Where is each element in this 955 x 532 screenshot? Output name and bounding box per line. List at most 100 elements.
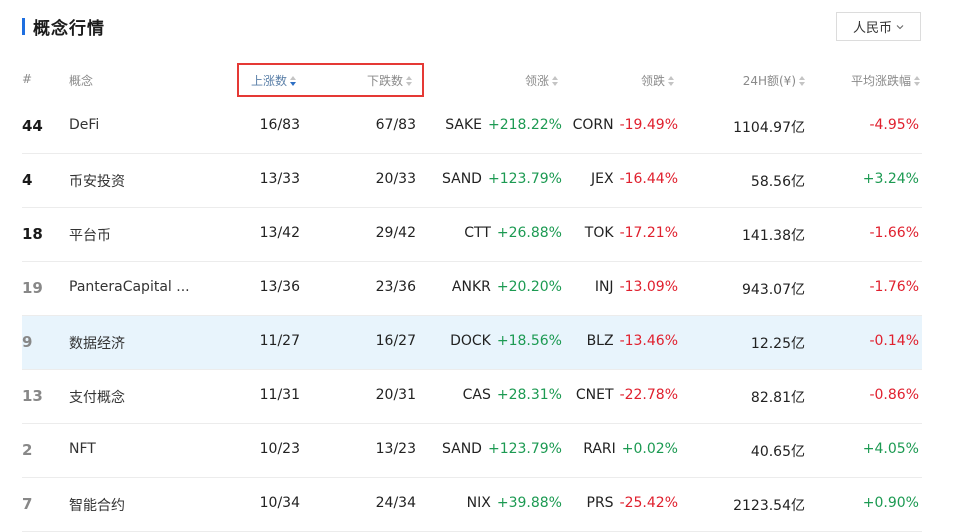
lose-percent: -19.49% <box>619 117 678 133</box>
gain-leader[interactable]: SAND +123.79% <box>442 171 562 187</box>
table-row[interactable]: 9 数据经济 11/27 16/27 DOCK +18.56% BLZ -13.46% 12.2… <box>22 316 922 370</box>
lose-leader[interactable]: CNET -22.78% <box>576 387 678 403</box>
gain-leader[interactable]: CTT +26.88% <box>464 225 562 241</box>
concept-name-link[interactable]: 平台币 <box>69 225 111 245</box>
concept-name-link[interactable]: 数据经济 <box>69 333 125 353</box>
col-up-label: 上涨数 <box>251 74 288 88</box>
gain-symbol: SAND <box>441 441 482 457</box>
row-rank: 19 <box>22 279 43 297</box>
col-gain-header[interactable]: 领涨 <box>525 72 558 89</box>
down-count: 29/42 <box>375 225 416 241</box>
table-row[interactable]: 2 NFT 10/23 13/23 SAND +123.79% RARI +0.02% 40.6… <box>22 424 922 478</box>
col-up-header[interactable]: 上涨数 <box>251 72 297 89</box>
concept-name-link[interactable]: 支付概念 <box>69 387 125 407</box>
gain-leader[interactable]: SAKE +218.22% <box>445 117 562 133</box>
gain-symbol: CTT <box>464 225 491 241</box>
volume-value: 2123.54亿 <box>733 498 805 514</box>
avg-change: -1.66% <box>869 225 919 241</box>
down-count: 67/83 <box>375 117 416 133</box>
row-rank: 9 <box>22 333 33 351</box>
down-count: 16/27 <box>375 333 416 349</box>
table-header: # 概念 上涨数 下跌数 领涨 领跌 24H额(¥) 平均涨跌幅 <box>22 60 922 100</box>
lose-symbol: CORN <box>572 117 614 133</box>
down-count: 20/33 <box>375 171 416 187</box>
lose-percent: -13.46% <box>619 333 678 349</box>
lose-leader[interactable]: PRS -25.42% <box>587 495 679 511</box>
page-title: 概念行情 <box>33 18 105 39</box>
table-row[interactable]: 4 币安投资 13/33 20/33 SAND +123.79% JEX -16.44% 58.… <box>22 154 922 208</box>
lose-leader[interactable]: TOK -17.21% <box>585 225 678 241</box>
currency-label: 人民币 <box>852 21 892 36</box>
lose-percent: -25.42% <box>619 495 678 511</box>
down-count: 23/36 <box>375 279 416 295</box>
row-rank: 13 <box>22 387 43 405</box>
up-count: 10/34 <box>259 495 300 511</box>
avg-change: -0.86% <box>869 387 919 403</box>
concept-name-link[interactable]: 币安投资 <box>69 171 125 191</box>
gain-percent: +123.79% <box>487 441 562 457</box>
avg-change: +0.90% <box>862 495 919 511</box>
lose-symbol: RARI <box>583 441 616 457</box>
lose-leader[interactable]: BLZ -13.46% <box>587 333 678 349</box>
gain-percent: +123.79% <box>487 171 562 187</box>
lose-leader[interactable]: RARI +0.02% <box>583 441 678 457</box>
row-rank: 18 <box>22 225 43 243</box>
gain-leader[interactable]: SAND +123.79% <box>442 441 562 457</box>
col-name-header: 概念 <box>69 74 94 88</box>
lose-leader[interactable]: CORN -19.49% <box>573 117 678 133</box>
row-rank: 2 <box>22 441 33 459</box>
col-avg-label: 平均涨跌幅 <box>850 74 911 88</box>
avg-change: +3.24% <box>862 171 919 187</box>
col-down-label: 下跌数 <box>367 74 404 88</box>
col-volume-header[interactable]: 24H额(¥) <box>743 72 805 89</box>
gain-leader[interactable]: NIX +39.88% <box>467 495 562 511</box>
table-row[interactable]: 13 支付概念 11/31 20/31 CAS +28.31% CNET -22.78% 82.… <box>22 370 922 424</box>
concept-name-link[interactable]: DeFi <box>69 117 99 133</box>
col-lose-header[interactable]: 领跌 <box>641 72 674 89</box>
page-header: 概念行情 <box>22 14 105 39</box>
gain-leader[interactable]: CAS +28.31% <box>463 387 562 403</box>
up-count: 10/23 <box>259 441 300 457</box>
lose-percent: -17.21% <box>619 225 678 241</box>
down-count: 24/34 <box>375 495 416 511</box>
gain-symbol: NIX <box>466 495 491 511</box>
gain-symbol: SAKE <box>445 117 482 133</box>
gain-symbol: CAS <box>462 387 491 403</box>
table-row[interactable]: 7 智能合约 10/34 24/34 NIX +39.88% PRS -25.42% 2123.… <box>22 478 922 532</box>
down-count: 13/23 <box>375 441 416 457</box>
gain-leader[interactable]: DOCK +18.56% <box>450 333 562 349</box>
lose-symbol: TOK <box>584 225 614 241</box>
concept-name-link[interactable]: PanteraCapital ... <box>69 279 190 295</box>
avg-change: +4.05% <box>862 441 919 457</box>
gain-percent: +218.22% <box>487 117 562 133</box>
table-row[interactable]: 19 PanteraCapital ... 13/36 23/36 ANKR +20.20… <box>22 262 922 316</box>
lose-leader[interactable]: JEX -16.44% <box>591 171 678 187</box>
concept-name-link[interactable]: NFT <box>69 441 96 457</box>
gain-percent: +20.20% <box>496 279 562 295</box>
title-accent-bar <box>22 17 25 35</box>
sort-arrows-icon <box>406 76 413 86</box>
row-rank: 44 <box>22 117 43 135</box>
table-row[interactable]: 18 平台币 13/42 29/42 CTT +26.88% TOK -17.21% 141.3… <box>22 208 922 262</box>
row-rank: 7 <box>22 495 33 513</box>
col-avg-header[interactable]: 平均涨跌幅 <box>851 72 920 89</box>
col-rank-header: # <box>22 72 33 86</box>
up-count: 11/27 <box>259 333 300 349</box>
concept-table: # 概念 上涨数 下跌数 领涨 领跌 24H额(¥) 平均涨跌幅 44 DeFi 1… <box>22 60 922 532</box>
volume-value: 943.07亿 <box>742 282 805 298</box>
volume-value: 82.81亿 <box>750 390 805 406</box>
up-count: 13/42 <box>259 225 300 241</box>
table-row[interactable]: 44 DeFi 16/83 67/83 SAKE +218.22% CORN -19.49% 1… <box>22 100 922 154</box>
volume-value: 1104.97亿 <box>733 120 805 136</box>
volume-value: 12.25亿 <box>750 336 805 352</box>
lose-leader[interactable]: INJ -13.09% <box>595 279 678 295</box>
gain-leader[interactable]: ANKR +20.20% <box>452 279 562 295</box>
down-count: 20/31 <box>375 387 416 403</box>
currency-dropdown[interactable]: 人民币 <box>836 12 921 41</box>
gain-symbol: DOCK <box>450 333 491 349</box>
col-gain-label: 领涨 <box>524 74 549 88</box>
col-down-header[interactable]: 下跌数 <box>367 72 413 89</box>
concept-name-link[interactable]: 智能合约 <box>69 495 125 515</box>
up-count: 13/36 <box>259 279 300 295</box>
col-volume-label: 24H额(¥) <box>742 74 796 88</box>
